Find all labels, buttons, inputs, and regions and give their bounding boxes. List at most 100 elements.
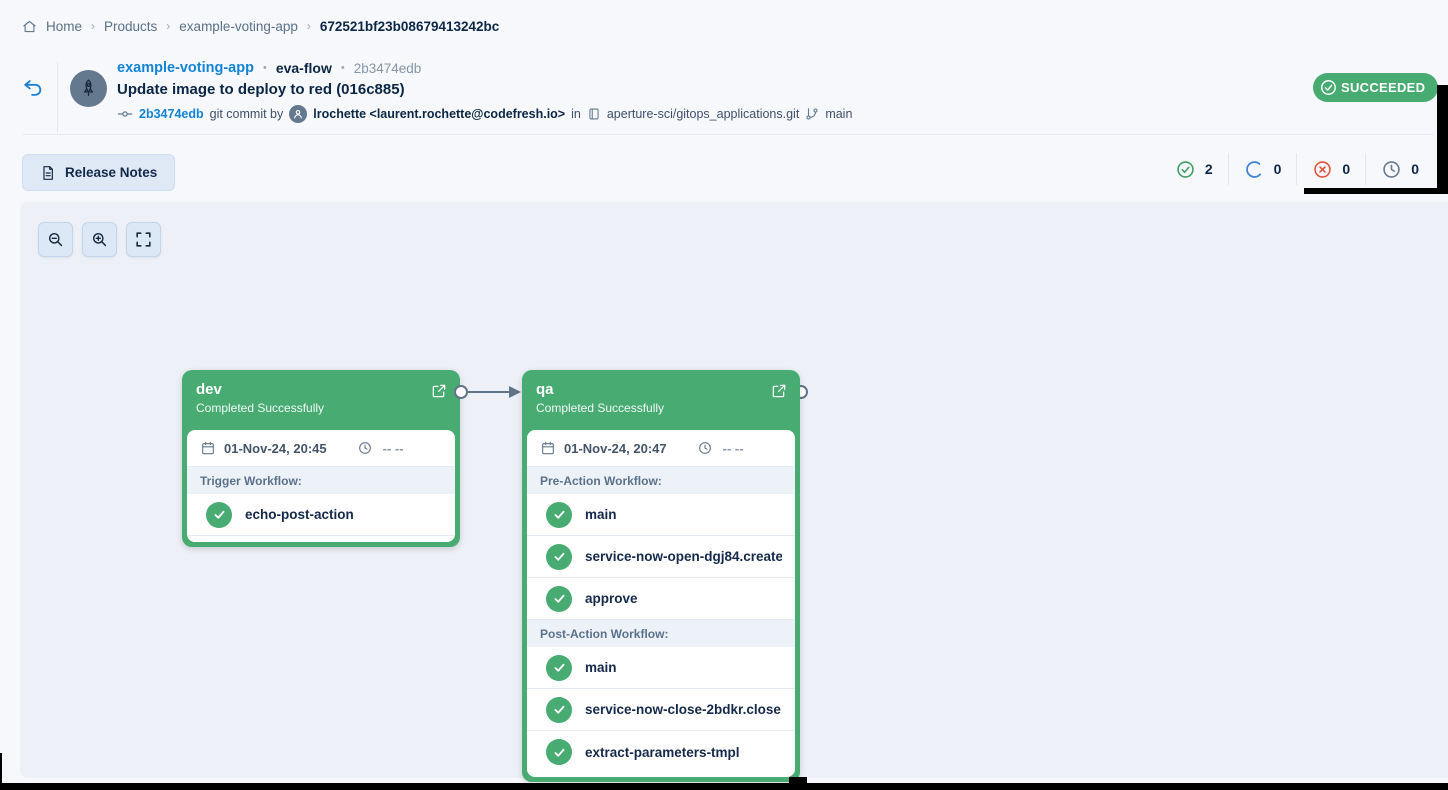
zoom-out-button[interactable] xyxy=(38,222,73,257)
card-filler xyxy=(187,536,455,542)
back-button[interactable] xyxy=(22,76,46,100)
release-notes-label: Release Notes xyxy=(65,165,157,180)
stage-date: 01-Nov-24, 20:47 xyxy=(564,441,667,456)
branch-name: main xyxy=(825,107,852,121)
step-success-icon xyxy=(546,739,572,765)
breadcrumb-item-home[interactable]: Home xyxy=(46,19,82,34)
calendar-icon xyxy=(540,440,556,456)
counter-failed[interactable]: 0 xyxy=(1297,159,1365,180)
stage-status: Completed Successfully xyxy=(196,401,446,415)
breadcrumb-item-release-id: 672521bf23b08679413242bc xyxy=(320,19,499,34)
fit-to-screen-button[interactable] xyxy=(126,222,161,257)
zoom-in-icon xyxy=(90,230,109,249)
step-name: approve xyxy=(585,591,638,606)
status-counters: 2 0 0 0 xyxy=(1160,152,1434,186)
zoom-controls xyxy=(38,222,161,257)
app-name-link[interactable]: example-voting-app xyxy=(117,60,254,76)
release-sha: 2b3474edb xyxy=(354,61,422,76)
failed-count: 0 xyxy=(1342,161,1350,177)
rocket-icon xyxy=(78,78,99,99)
check-circle-icon xyxy=(1319,78,1338,97)
commit-info-line: 2b3474edb git commit by lrochette <laure… xyxy=(117,105,852,123)
window-edge-artifact-left xyxy=(0,753,2,790)
section-divider xyxy=(22,134,1434,135)
running-count: 0 xyxy=(1274,161,1282,177)
repo-name[interactable]: aperture-sci/gitops_applications.git xyxy=(607,107,799,121)
release-title: Update image to deploy to red (016c885) xyxy=(117,81,852,98)
step-success-icon xyxy=(546,586,572,612)
breadcrumb-item-products[interactable]: Products xyxy=(104,19,157,34)
breadcrumb: Home › Products › example-voting-app › 6… xyxy=(22,14,499,38)
window-edge-artifact-nub xyxy=(789,777,807,790)
clock-icon xyxy=(357,440,373,456)
workflow-step[interactable]: extract-parameters-tmpl xyxy=(527,731,795,773)
window-edge-artifact-bottom xyxy=(0,783,1448,790)
step-success-icon xyxy=(546,544,572,570)
breadcrumb-item-app[interactable]: example-voting-app xyxy=(179,19,298,34)
counter-running[interactable]: 0 xyxy=(1229,159,1297,180)
window-edge-artifact-right xyxy=(1437,85,1448,194)
counter-succeeded[interactable]: 2 xyxy=(1160,159,1228,180)
workflow-step[interactable]: echo-post-action xyxy=(187,494,455,536)
zoom-in-button[interactable] xyxy=(82,222,117,257)
stage-card-body: 01-Nov-24, 20:45 -- -- Trigger Workflow:… xyxy=(187,430,455,542)
spinner-icon xyxy=(1239,154,1269,184)
step-name: main xyxy=(585,660,617,675)
check-circle-icon xyxy=(1175,159,1196,180)
stage-card-body: 01-Nov-24, 20:47 -- -- Pre-Action Workfl… xyxy=(527,430,795,777)
dot-separator: • xyxy=(263,62,267,74)
delayed-count: 0 xyxy=(1411,161,1419,177)
breadcrumb-separator: › xyxy=(166,19,170,33)
step-success-icon xyxy=(206,502,232,528)
workflow-section-label: Post-Action Workflow: xyxy=(527,620,795,647)
workflow-step[interactable]: main xyxy=(527,647,795,689)
git-branch-icon xyxy=(805,107,819,121)
commit-author: lrochette <laurent.rochette@codefresh.io… xyxy=(313,107,565,121)
external-link-icon[interactable] xyxy=(431,383,447,399)
commit-by-label: git commit by xyxy=(210,107,284,121)
clock-icon xyxy=(697,440,713,456)
step-name: service-now-close-2bdkr.close… xyxy=(585,702,782,717)
dev-output-port xyxy=(454,385,468,399)
status-badge-label: SUCCEEDED xyxy=(1341,80,1425,95)
succeeded-count: 2 xyxy=(1205,161,1213,177)
workflow-section-label: Trigger Workflow: xyxy=(187,467,455,494)
stage-meta-row: 01-Nov-24, 20:47 -- -- xyxy=(527,430,795,467)
step-success-icon xyxy=(546,502,572,528)
stage-meta-row: 01-Nov-24, 20:45 -- -- xyxy=(187,430,455,467)
release-notes-button[interactable]: Release Notes xyxy=(22,154,175,191)
step-name: service-now-open-dgj84.create… xyxy=(585,549,782,564)
workflow-step[interactable]: approve xyxy=(527,578,795,620)
window-edge-artifact-topright xyxy=(1304,188,1448,194)
zoom-out-icon xyxy=(46,230,65,249)
workflow-step[interactable]: service-now-open-dgj84.create… xyxy=(527,536,795,578)
stage-card-header: dev Completed Successfully xyxy=(182,370,460,430)
breadcrumb-separator: › xyxy=(91,19,95,33)
fullscreen-icon xyxy=(134,230,153,249)
commit-sha-link[interactable]: 2b3474edb xyxy=(139,107,204,121)
dot-separator: • xyxy=(341,62,345,74)
stage-date: 01-Nov-24, 20:45 xyxy=(224,441,327,456)
stage-card-header: qa Completed Successfully xyxy=(522,370,800,430)
step-success-icon xyxy=(546,655,572,681)
counter-delayed[interactable]: 0 xyxy=(1366,159,1434,180)
stage-card-dev[interactable]: dev Completed Successfully 01-Nov-24, 20… xyxy=(182,370,460,547)
person-icon xyxy=(292,108,304,120)
workflow-step[interactable]: service-now-close-2bdkr.close… xyxy=(527,689,795,731)
external-link-icon[interactable] xyxy=(771,383,787,399)
step-name: extract-parameters-tmpl xyxy=(585,745,740,760)
user-avatar xyxy=(289,105,307,123)
commit-in-label: in xyxy=(571,107,581,121)
stage-name: qa xyxy=(536,381,786,398)
stage-duration: -- -- xyxy=(723,441,744,456)
stage-status: Completed Successfully xyxy=(536,401,786,415)
document-icon xyxy=(40,165,56,181)
repository-icon xyxy=(587,107,601,121)
workflow-step[interactable]: main xyxy=(527,494,795,536)
header-divider xyxy=(57,62,58,132)
clock-icon xyxy=(1381,159,1402,180)
stage-card-qa[interactable]: qa Completed Successfully 01-Nov-24, 20:… xyxy=(522,370,800,782)
stage-name: dev xyxy=(196,381,446,398)
status-badge: SUCCEEDED xyxy=(1313,73,1438,102)
step-success-icon xyxy=(546,697,572,723)
